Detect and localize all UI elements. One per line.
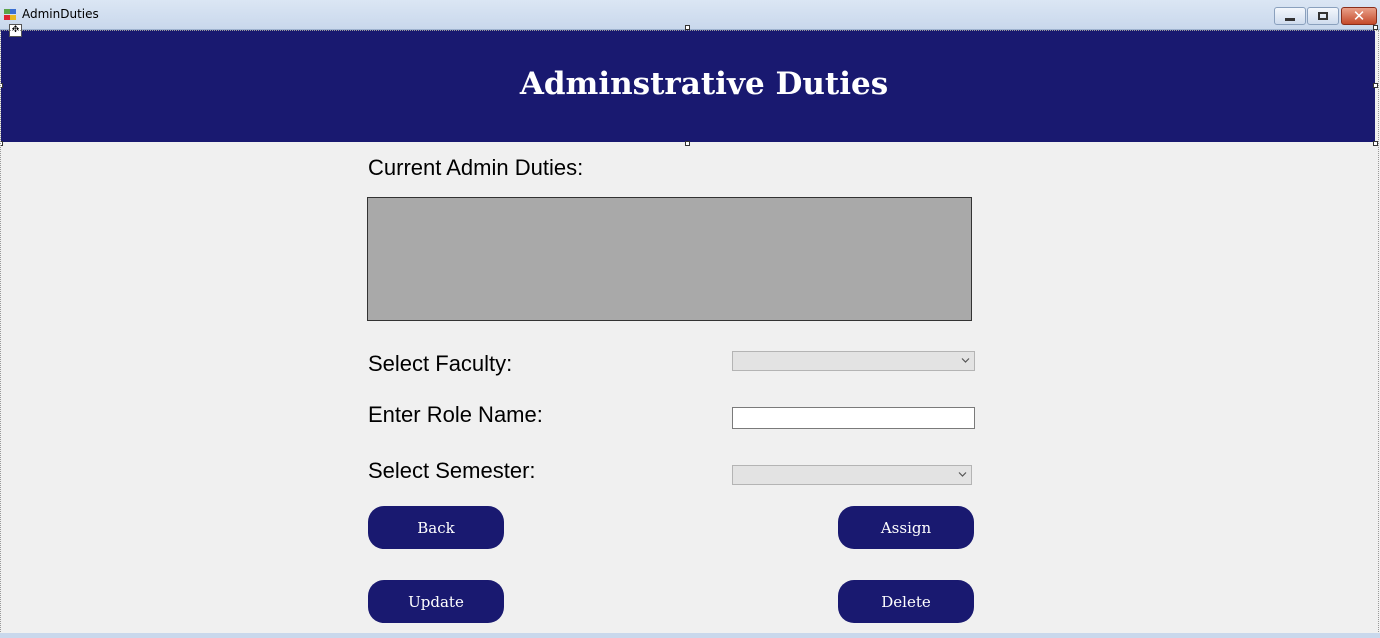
select-faculty-label: Select Faculty:: [368, 351, 513, 376]
window-bottom-border: [0, 633, 1380, 638]
current-duties-label: Current Admin Duties:: [368, 155, 584, 180]
minimize-button[interactable]: [1274, 7, 1306, 25]
chevron-down-icon: [958, 472, 967, 477]
page-title: Adminstrative Duties: [519, 66, 889, 102]
window-titlebar[interactable]: AdminDuties ✕: [0, 0, 1380, 30]
window-title: AdminDuties: [22, 7, 99, 21]
role-name-input[interactable]: [732, 407, 975, 429]
maximize-button[interactable]: [1307, 7, 1339, 25]
app-icon: [4, 9, 17, 21]
resize-handle[interactable]: [1373, 83, 1378, 88]
maximize-icon: [1318, 12, 1328, 20]
update-button[interactable]: Update: [368, 580, 504, 623]
resize-handle[interactable]: [685, 141, 690, 146]
back-button[interactable]: Back: [368, 506, 504, 549]
semester-dropdown[interactable]: [732, 465, 972, 485]
current-duties-grid[interactable]: [367, 197, 972, 321]
close-button[interactable]: ✕: [1341, 7, 1377, 25]
resize-handle[interactable]: [685, 25, 690, 30]
faculty-dropdown[interactable]: [732, 351, 975, 371]
minimize-icon: [1285, 17, 1295, 21]
assign-button[interactable]: Assign: [838, 506, 974, 549]
role-name-label: Enter Role Name:: [368, 402, 543, 427]
resize-handle[interactable]: [0, 141, 3, 146]
resize-handle[interactable]: [0, 83, 3, 88]
chevron-down-icon: [961, 358, 970, 363]
select-semester-label: Select Semester:: [368, 458, 536, 483]
close-icon: ✕: [1352, 6, 1366, 25]
resize-handle[interactable]: [1373, 141, 1378, 146]
resize-handle[interactable]: [1373, 25, 1378, 30]
move-handle-icon[interactable]: ✥: [9, 24, 22, 37]
delete-button[interactable]: Delete: [838, 580, 974, 623]
